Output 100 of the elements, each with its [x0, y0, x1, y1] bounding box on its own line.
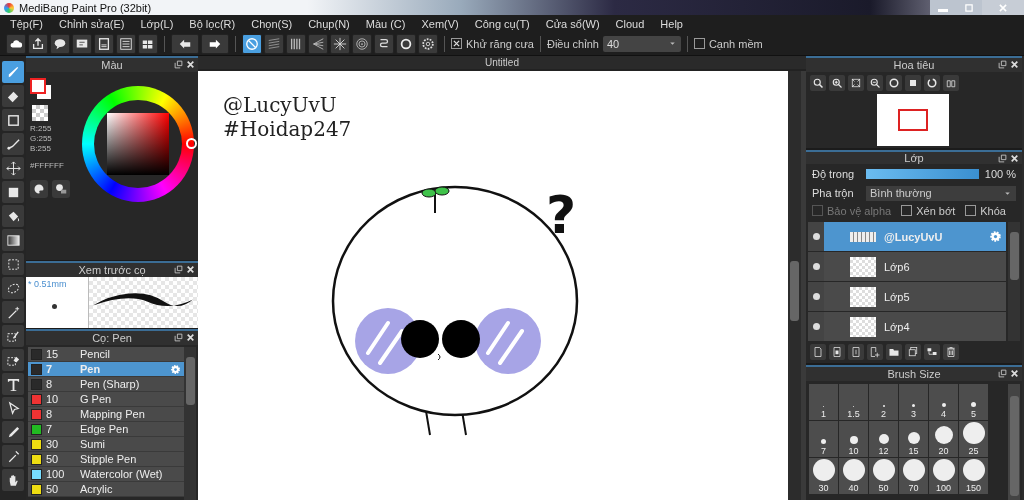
tool-button[interactable] [2, 85, 24, 107]
checkbox[interactable] [693, 38, 705, 49]
brush-size-cell[interactable]: 5 [959, 384, 988, 420]
layer-item[interactable]: Lớp5 [808, 282, 1006, 311]
layer-toolbar-button[interactable] [886, 344, 902, 360]
menu-item[interactable]: Chụp(N) [300, 17, 358, 30]
brush-size-cell[interactable]: 30 [809, 458, 838, 494]
scrollbar[interactable] [184, 347, 196, 500]
brush-item[interactable]: 50 Stipple Pen [28, 452, 184, 467]
visibility-toggle[interactable] [808, 222, 824, 251]
checkbox[interactable] [965, 205, 977, 217]
brush-item[interactable]: 8 Pen (Sharp) [28, 377, 184, 392]
close-button[interactable] [1010, 60, 1019, 69]
navigator-button[interactable] [848, 75, 864, 91]
menu-item[interactable]: Cloud [607, 17, 653, 30]
tool-button[interactable] [2, 469, 24, 491]
toolbar-button[interactable] [6, 33, 26, 54]
scrollbar[interactable] [1008, 384, 1020, 500]
popout-button[interactable] [998, 369, 1007, 378]
tool-button[interactable] [2, 445, 24, 467]
tool-button[interactable] [2, 253, 24, 275]
close-button[interactable] [1010, 369, 1019, 378]
toolbar-button[interactable] [72, 33, 92, 54]
brush-size-cell[interactable]: 50 [869, 458, 898, 494]
brush-size-cell[interactable]: 15 [899, 421, 928, 457]
menu-item[interactable]: Help [652, 17, 691, 30]
snap-button[interactable] [396, 33, 416, 54]
tool-button[interactable] [2, 301, 24, 323]
snap-button[interactable] [352, 33, 372, 54]
visibility-toggle[interactable] [808, 252, 824, 281]
brush-item[interactable]: 100 Watercolor (Wet) [28, 467, 184, 482]
adjust-dropdown[interactable]: 40 [602, 35, 681, 52]
close-button[interactable] [186, 265, 195, 274]
popout-button[interactable] [174, 333, 183, 342]
undo-button[interactable] [171, 33, 199, 54]
tool-button[interactable] [2, 157, 24, 179]
tool-button[interactable] [2, 181, 24, 203]
blend-dropdown[interactable]: Bình thường [866, 185, 1016, 201]
canvas[interactable]: @LucyUvU #Hoidap247 ? [198, 71, 788, 500]
navigator-button[interactable] [867, 75, 883, 91]
close-button[interactable] [186, 60, 195, 69]
brush-size-cell[interactable]: 12 [869, 421, 898, 457]
checkbox[interactable] [451, 38, 462, 49]
brush-size-cell[interactable]: 1 [809, 384, 838, 420]
layer-item[interactable]: Lớp6 [808, 252, 1006, 281]
brush-size-cell[interactable]: 2 [869, 384, 898, 420]
layer-item[interactable]: Lớp4 [808, 312, 1006, 341]
document-tab[interactable]: Untitled [198, 56, 806, 71]
close-button[interactable] [186, 333, 195, 342]
popout-button[interactable] [998, 60, 1007, 69]
brush-size-cell[interactable]: 150 [959, 458, 988, 494]
tool-button[interactable] [2, 229, 24, 251]
menu-item[interactable]: Bộ lọc(R) [181, 17, 244, 30]
menu-item[interactable]: Màu (C) [357, 17, 414, 30]
brush-size-cell[interactable]: 3 [899, 384, 928, 420]
tool-button[interactable] [2, 349, 24, 371]
brush-item[interactable]: 8 Mapping Pen [28, 407, 184, 422]
redo-button[interactable] [201, 33, 229, 54]
layer-toolbar-button[interactable] [924, 344, 940, 360]
popout-button[interactable] [998, 154, 1007, 163]
brush-item[interactable]: 7 Edge Pen [28, 422, 184, 437]
menu-item[interactable]: Lớp(L) [132, 17, 182, 30]
snap-button[interactable] [374, 33, 394, 54]
tool-button[interactable] [2, 133, 24, 155]
tool-button[interactable] [2, 373, 24, 395]
brush-size-cell[interactable]: 10 [839, 421, 868, 457]
snap-button[interactable] [330, 33, 350, 54]
menu-item[interactable]: Công cụ(T) [466, 17, 538, 30]
brush-size-cell[interactable]: 4 [929, 384, 958, 420]
brush-size-cell[interactable]: 40 [839, 458, 868, 494]
brush-item[interactable]: 10 G Pen [28, 392, 184, 407]
layer-toolbar-button[interactable] [905, 344, 921, 360]
menu-item[interactable]: Cửa sổ(W) [537, 17, 608, 30]
brush-item[interactable]: 30 Sumi [28, 437, 184, 452]
toolbar-button[interactable] [28, 33, 48, 54]
toolbar-button[interactable] [116, 33, 136, 54]
layer-toolbar-button[interactable] [810, 344, 826, 360]
brush-item[interactable]: 15 Pencil [28, 347, 184, 362]
close-button[interactable] [1010, 154, 1019, 163]
brush-size-cell[interactable]: 100 [929, 458, 958, 494]
scrollbar[interactable] [788, 71, 801, 500]
palette-settings-button[interactable] [52, 180, 70, 198]
opacity-slider[interactable] [866, 168, 979, 179]
toolbar-button[interactable] [94, 33, 114, 54]
layer-toolbar-button[interactable] [867, 344, 883, 360]
visibility-toggle[interactable] [808, 312, 824, 341]
popout-button[interactable] [174, 265, 183, 274]
checkbox[interactable] [901, 205, 913, 217]
brush-item[interactable]: 50 Acrylic [28, 482, 184, 497]
menu-item[interactable]: Xem(V) [413, 17, 467, 30]
brush-size-cell[interactable]: 25 [959, 421, 988, 457]
menu-item[interactable]: Chỉnh sửa(E) [51, 17, 133, 30]
palette-button[interactable] [30, 180, 48, 198]
toolbar-button[interactable] [50, 33, 70, 54]
tool-button[interactable] [2, 421, 24, 443]
navigator-button[interactable] [924, 75, 940, 91]
brush-size-cell[interactable]: 7 [809, 421, 838, 457]
menu-item[interactable]: Tệp(F) [2, 17, 51, 30]
snap-button[interactable] [242, 33, 262, 54]
tool-button[interactable] [2, 205, 24, 227]
